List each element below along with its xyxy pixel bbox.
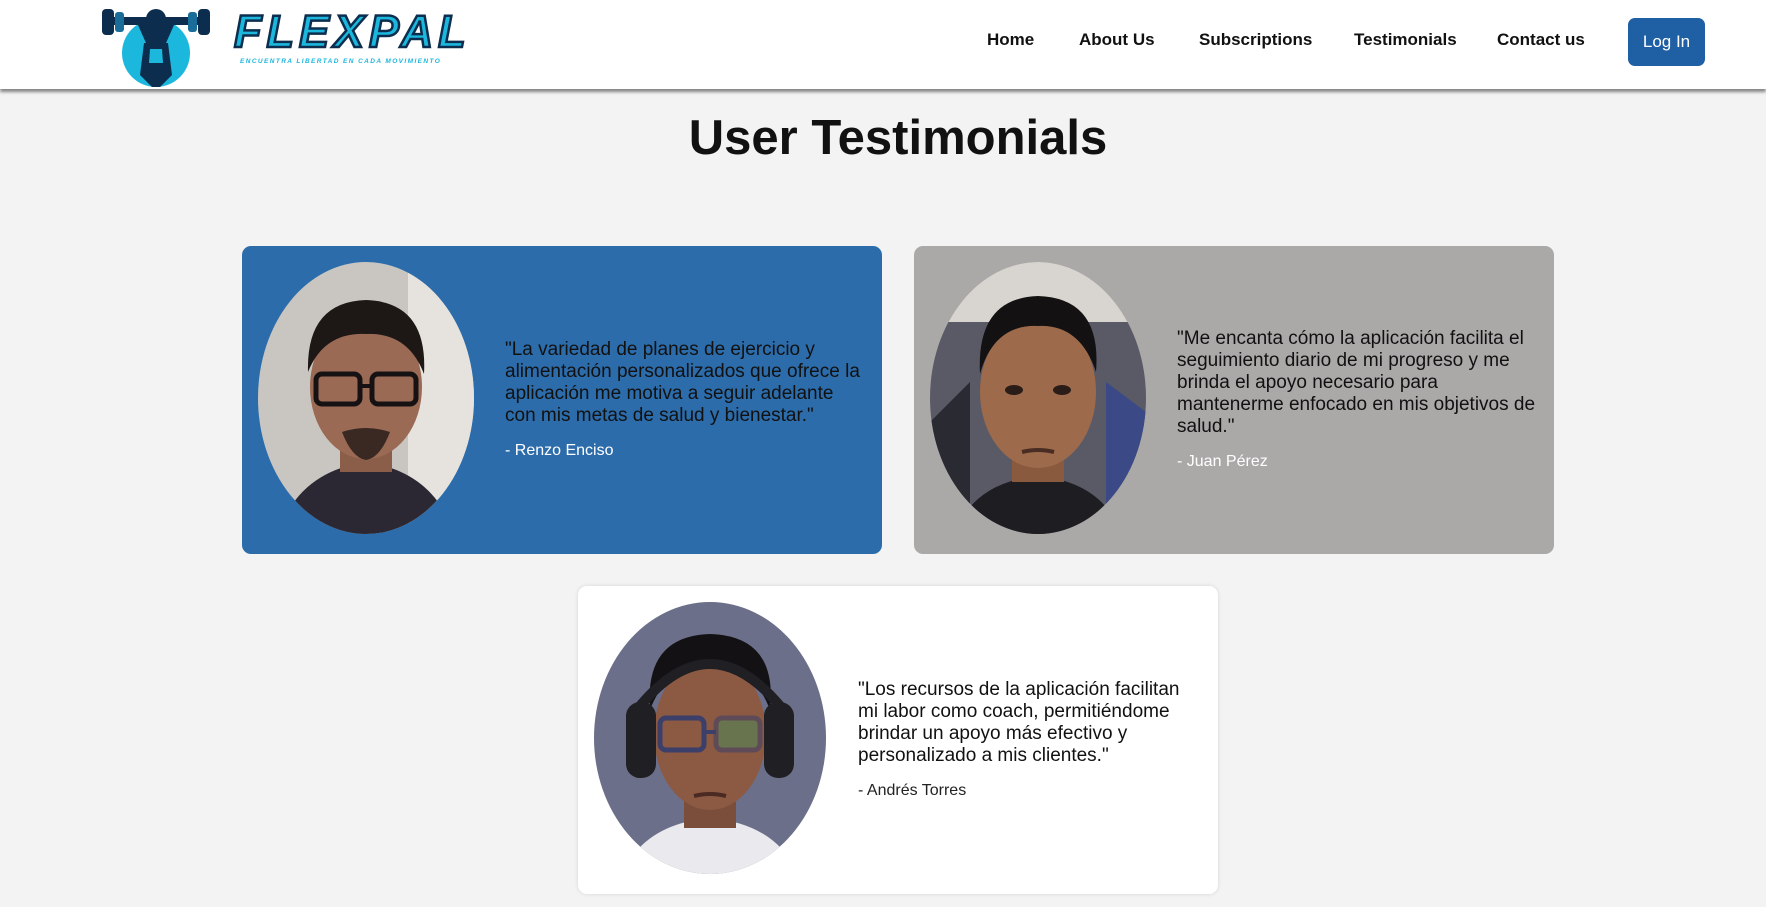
testimonial-quote: "Los recursos de la aplicación facilitan… (858, 679, 1180, 766)
testimonial-quote: "La variedad de planes de ejercicio y al… (505, 339, 860, 426)
testimonial-content: "Los recursos de la aplicación facilitan… (858, 679, 1198, 801)
brand-logo[interactable]: FLEXPAL ENCUENTRA LIBERTAD EN CADA MOVIM… (100, 3, 480, 89)
testimonial-author: - Andrés Torres (858, 782, 967, 799)
testimonial-content: "La variedad de planes de ejercicio y al… (505, 339, 865, 461)
testimonial-author: - Renzo Enciso (505, 442, 614, 459)
user-photo-icon (258, 262, 474, 534)
avatar (258, 262, 474, 534)
testimonial-card: "La variedad de planes de ejercicio y al… (242, 246, 882, 554)
testimonial-quote: "Me encanta cómo la aplicación facilita … (1177, 328, 1536, 437)
top-navbar: FLEXPAL ENCUENTRA LIBERTAD EN CADA MOVIM… (0, 0, 1766, 89)
nav-testimonials[interactable]: Testimonials (1354, 30, 1457, 50)
user-photo-icon (930, 262, 1146, 534)
weightlifter-logo-icon (102, 9, 210, 87)
testimonial-author: - Juan Pérez (1177, 453, 1268, 470)
avatar (930, 262, 1146, 534)
avatar (594, 602, 826, 874)
page-title: User Testimonials (688, 111, 1108, 165)
brand-wordmark: FLEXPAL (233, 6, 471, 57)
nav-contact-us[interactable]: Contact us (1497, 30, 1585, 50)
nav-subscriptions[interactable]: Subscriptions (1199, 30, 1312, 50)
user-photo-icon (594, 602, 826, 874)
testimonial-card: "Me encanta cómo la aplicación facilita … (914, 246, 1554, 554)
nav-about-us[interactable]: About Us (1079, 30, 1155, 50)
testimonial-content: "Me encanta cómo la aplicación facilita … (1177, 328, 1537, 472)
brand-tagline: ENCUENTRA LIBERTAD EN CADA MOVIMIENTO (240, 58, 442, 65)
testimonial-card: "Los recursos de la aplicación facilitan… (578, 586, 1218, 894)
nav-home[interactable]: Home (987, 30, 1034, 50)
login-button[interactable]: Log In (1628, 18, 1705, 66)
